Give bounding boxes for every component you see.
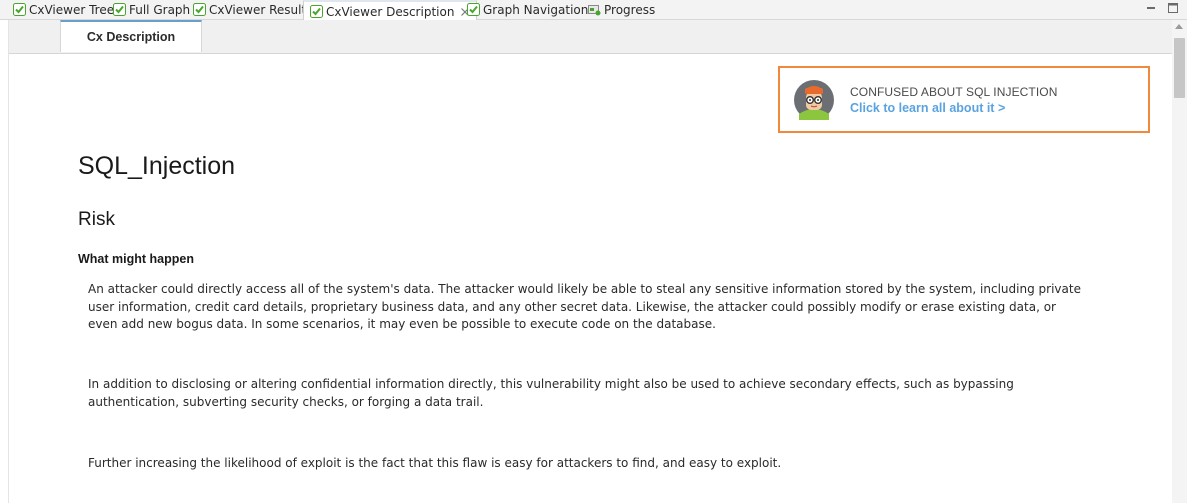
risk-paragraph-2: In addition to disclosing or altering co… xyxy=(88,377,1014,409)
view-tab-bar: CxViewer Tree Full Graph CxViewer Result… xyxy=(0,0,1187,21)
avatar-icon xyxy=(794,80,834,120)
page-title: SQL_Injection xyxy=(78,152,236,180)
sql-injection-promo[interactable]: CONFUSED ABOUT SQL INJECTION Click to le… xyxy=(778,66,1150,133)
description-view: Cx Description CONFUSED ABOUT SQL INJECT… xyxy=(8,20,1173,503)
tab-cxviewer-results[interactable]: CxViewer Results xyxy=(193,0,312,19)
risk-paragraph-1: An attacker could directly access all of… xyxy=(88,282,1081,331)
checkmark-icon xyxy=(113,3,126,16)
tab-label: CxViewer Tree xyxy=(29,2,115,17)
tab-label: Full Graph xyxy=(129,2,191,17)
tab-label: Progress xyxy=(604,2,656,17)
checkmark-icon xyxy=(310,5,323,18)
tab-label: CxViewer Description xyxy=(326,4,455,19)
maximize-icon[interactable] xyxy=(1167,2,1179,14)
tab-cxviewer-tree[interactable]: CxViewer Tree xyxy=(13,0,114,19)
tab-label: CxViewer Results xyxy=(209,2,313,17)
vertical-scrollbar[interactable] xyxy=(1172,20,1187,503)
tab-graph-navigation[interactable]: Graph Navigation xyxy=(467,0,588,19)
checkmark-icon xyxy=(193,3,206,16)
learn-more-link[interactable]: Click to learn all about it > xyxy=(850,101,1005,115)
checkmark-icon xyxy=(13,3,26,16)
tab-cxviewer-description[interactable]: CxViewer Description xyxy=(303,0,478,21)
risk-paragraph-3: Further increasing the likelihood of exp… xyxy=(88,456,782,470)
tab-full-graph[interactable]: Full Graph xyxy=(113,0,190,19)
promo-title: CONFUSED ABOUT SQL INJECTION xyxy=(850,85,1058,99)
subsection-heading: What might happen xyxy=(78,252,194,266)
section-heading-risk: Risk xyxy=(78,209,115,230)
scroll-up-arrow-icon[interactable] xyxy=(1175,24,1183,29)
tab-cx-description[interactable]: Cx Description xyxy=(60,20,202,52)
scrollbar-thumb[interactable] xyxy=(1174,38,1185,98)
tab-label: Graph Navigation xyxy=(483,2,589,17)
tab-progress[interactable]: Progress xyxy=(588,0,655,19)
subtab-label: Cx Description xyxy=(86,30,176,44)
subtab-strip: Cx Description xyxy=(9,20,1173,54)
checkmark-icon xyxy=(467,3,480,16)
progress-icon xyxy=(588,5,601,16)
minimize-icon[interactable] xyxy=(1145,2,1157,14)
